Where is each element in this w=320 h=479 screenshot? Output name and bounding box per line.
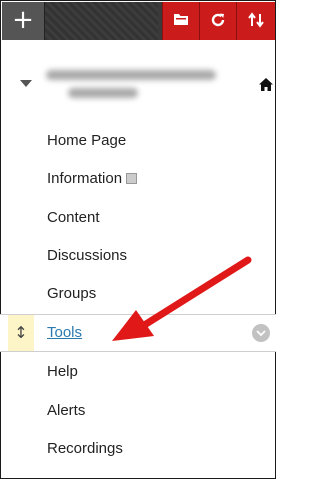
menu-item-content[interactable]: Content (0, 199, 276, 237)
plus-icon: + (12, 5, 34, 35)
toolbar-spacer (45, 2, 158, 40)
course-title-blurred (46, 66, 226, 108)
drag-handle-icon[interactable]: ↕ (8, 315, 34, 352)
refresh-icon (211, 13, 225, 27)
sort-icon (248, 12, 264, 28)
menu-item-recordings[interactable]: Recordings (0, 430, 276, 468)
menu-item-information[interactable]: Information (0, 160, 276, 198)
folder-icon (174, 14, 188, 25)
home-icon[interactable] (259, 78, 273, 91)
menu-item-help[interactable]: Help (0, 353, 276, 391)
menu-item-tools[interactable]: ↕ Tools (0, 314, 276, 353)
course-menu-list: Home Page Information Content Discussion… (0, 122, 276, 468)
menu-item-home-page[interactable]: Home Page (0, 122, 276, 160)
refresh-button[interactable] (199, 2, 236, 40)
collapse-caret-icon[interactable] (20, 80, 32, 87)
manage-folders-button[interactable] (162, 2, 199, 40)
course-title-row (2, 60, 274, 116)
content-area-icon (126, 173, 138, 185)
reorder-button[interactable] (236, 2, 275, 40)
menu-item-alerts[interactable]: Alerts (0, 392, 276, 430)
course-menu-toolbar: + (2, 2, 275, 40)
menu-item-groups[interactable]: Groups (0, 275, 276, 313)
item-options-button[interactable] (252, 324, 270, 343)
menu-item-discussions[interactable]: Discussions (0, 237, 276, 275)
chevron-down-icon (256, 330, 266, 337)
add-menu-item-button[interactable]: + (2, 2, 45, 40)
